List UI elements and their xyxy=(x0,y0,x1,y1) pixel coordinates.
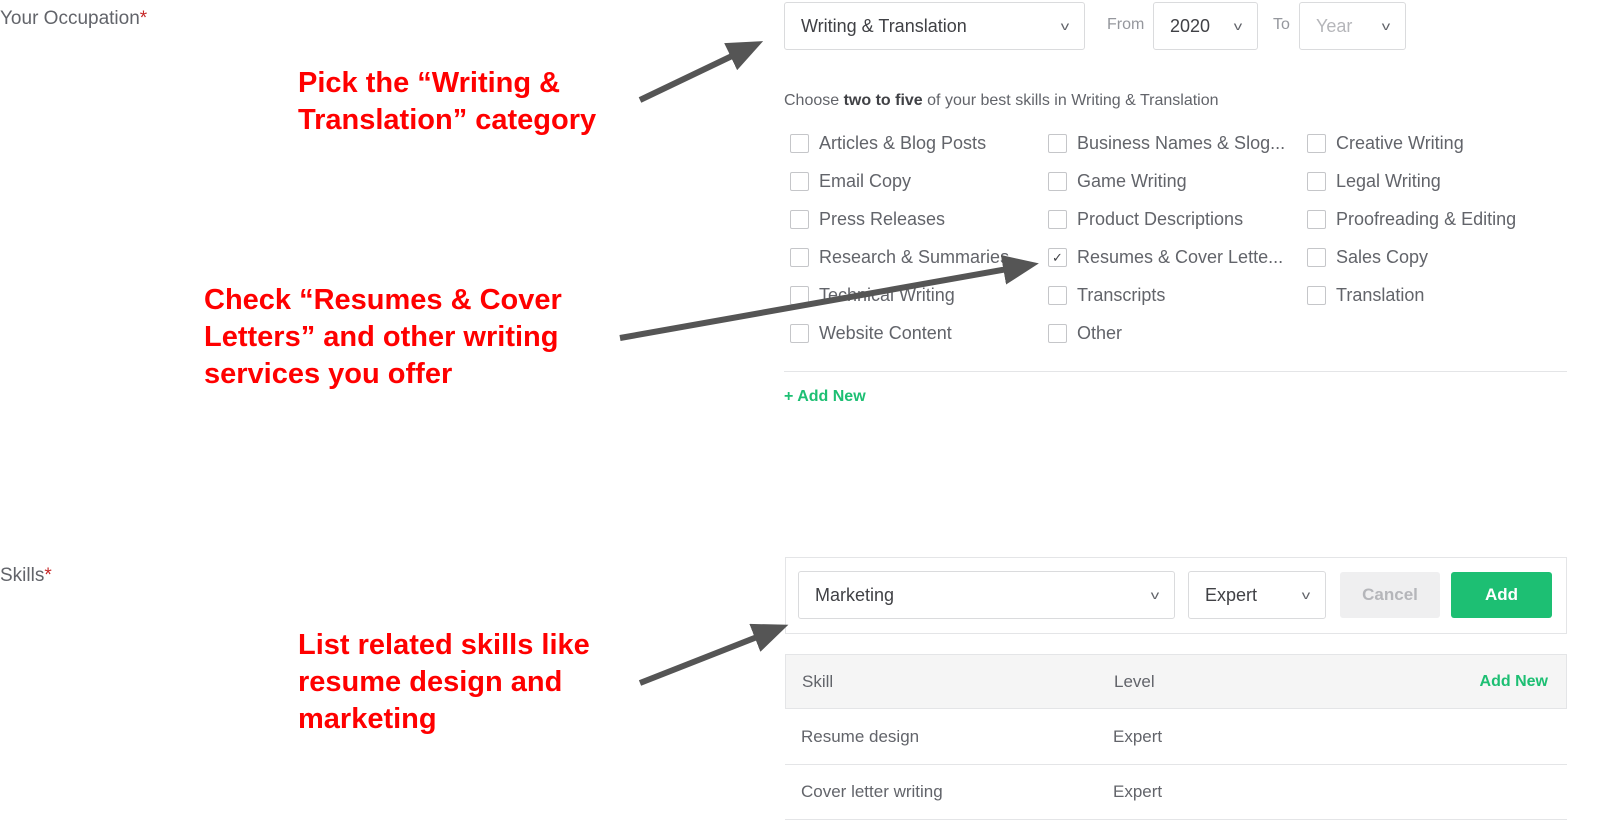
arrow-icon xyxy=(638,623,789,686)
arrow-icon xyxy=(638,41,764,103)
arrow-icon xyxy=(619,254,1039,341)
arrows-overlay xyxy=(619,41,1039,686)
